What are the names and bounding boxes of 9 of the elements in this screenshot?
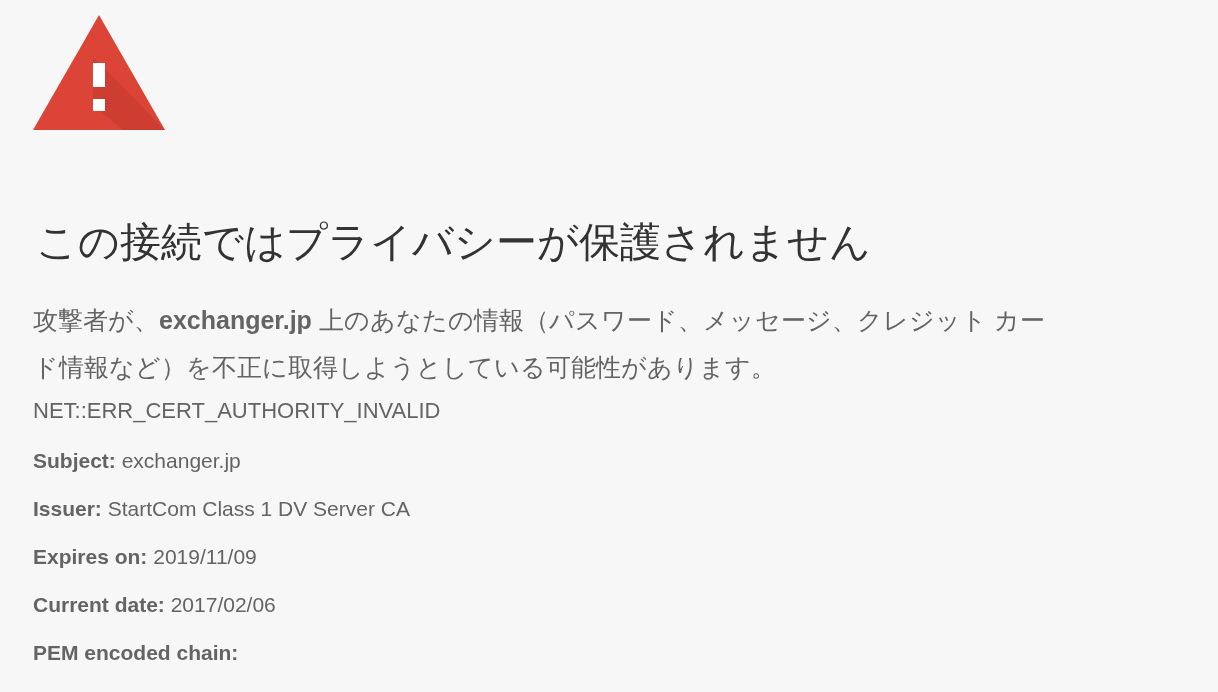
certificate-detail: Issuer: StartCom Class 1 DV Server CA [33,495,411,522]
certificate-detail: Expires on: 2019/11/09 [33,543,258,570]
error-code: NET::ERR_CERT_AUTHORITY_INVALID [33,397,442,426]
certificate-detail: Current date: 2017/02/06 [33,591,277,618]
certificate-detail: PEM encoded chain: [33,639,240,666]
warning-description: 攻撃者が、exchanger.jp 上のあなたの情報（パスワード、メッセージ、クレジット カー ド情報など）を不正に取得しようとしている可能性があります。 [33,305,1046,384]
page-heading: この接続ではプライバシーが保護されません [36,218,872,267]
certificate-detail: Subject: exchanger.jp [33,447,242,474]
warning-icon [33,15,165,130]
